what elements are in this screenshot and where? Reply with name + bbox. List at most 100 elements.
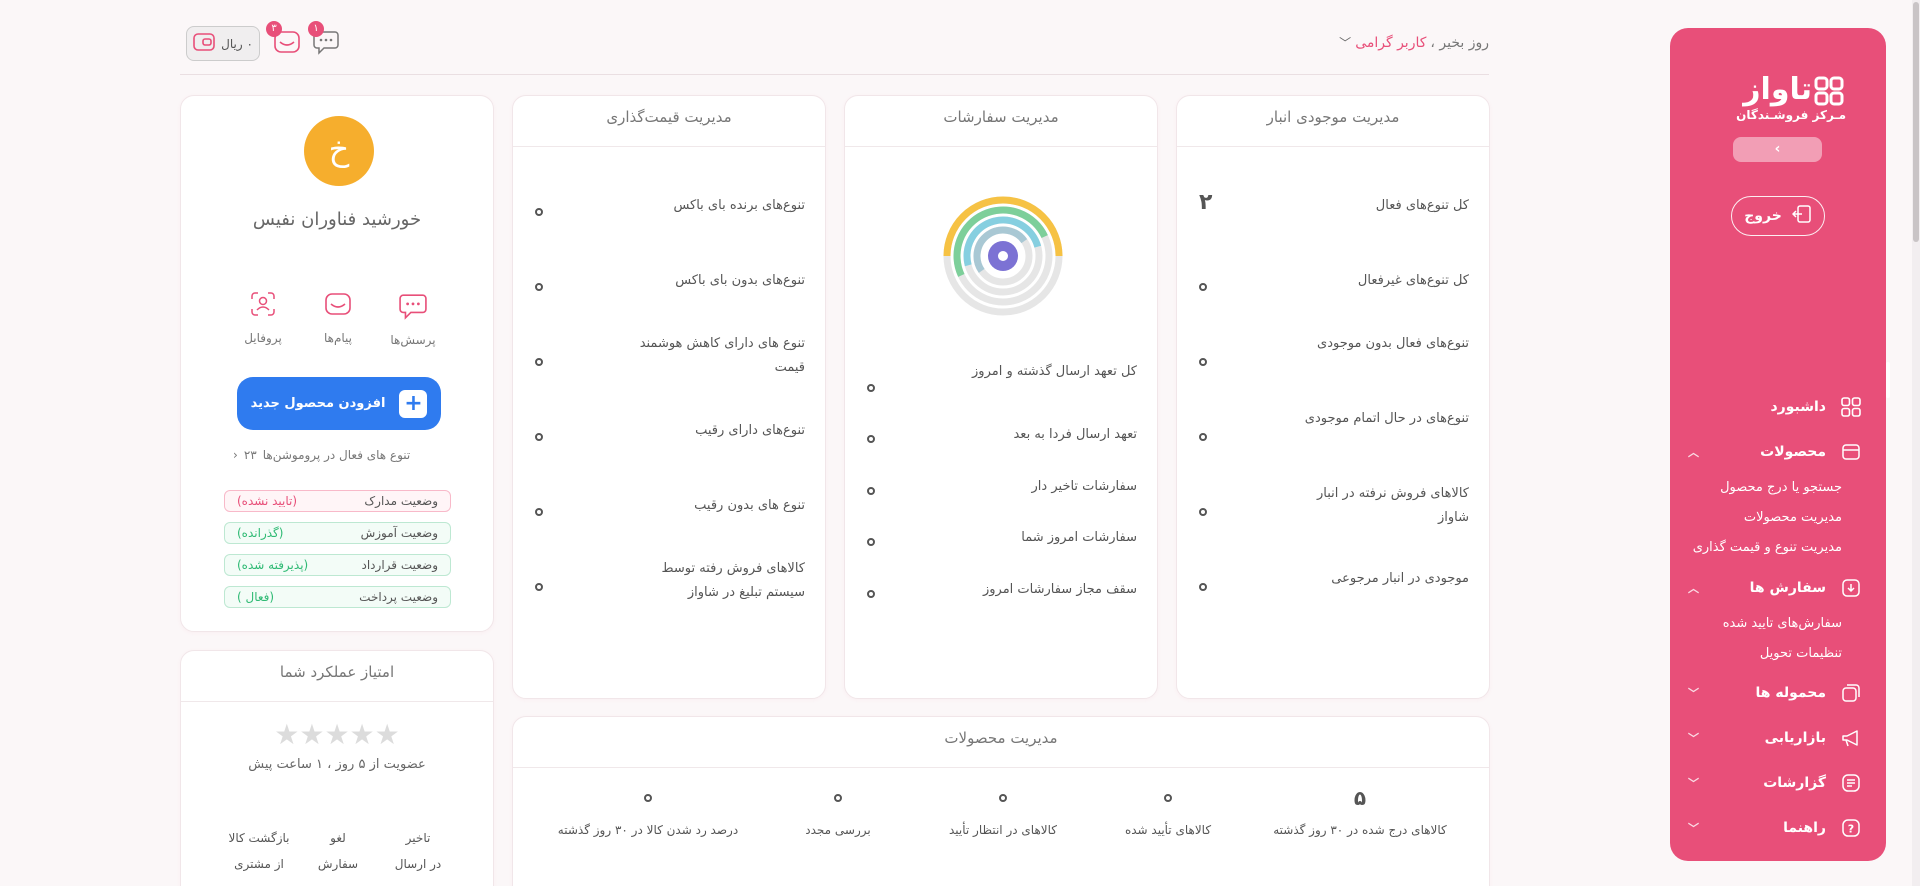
pricing-row-value[interactable] bbox=[535, 280, 543, 294]
help-icon: ? bbox=[1840, 817, 1862, 839]
avatar: خ bbox=[304, 116, 374, 186]
sidebar-item-label: بازاریابی bbox=[1764, 730, 1826, 746]
logout-icon bbox=[1791, 204, 1812, 228]
pricing-row-value[interactable] bbox=[535, 205, 543, 219]
sidebar-item-products[interactable]: محصولات ︿ bbox=[1670, 437, 1886, 467]
box-icon bbox=[1840, 441, 1862, 463]
stat-value bbox=[543, 783, 753, 813]
card-title: امتیاز عملکرد شما bbox=[279, 663, 395, 681]
page-scrollbar[interactable] bbox=[1912, 0, 1920, 886]
sidebar-subitem-approved-orders[interactable]: سفارش‌های تایید شده bbox=[1723, 616, 1842, 631]
active-indicator bbox=[1886, 362, 1890, 398]
status-label: وضعیت قرارداد bbox=[361, 558, 439, 572]
greeting[interactable]: روز بخیر ، کاربر گرامی ﹀ bbox=[1339, 34, 1489, 51]
orders-radial-chart bbox=[942, 195, 1064, 321]
questions-label: پرسش‌ها bbox=[390, 333, 436, 347]
inventory-row-value[interactable] bbox=[1199, 505, 1207, 519]
sidebar-item-label: راهنما bbox=[1783, 820, 1826, 836]
pricing-row-value[interactable] bbox=[535, 580, 543, 594]
add-product-label: افزودن محصول جدید bbox=[250, 396, 386, 411]
stat-inserted-products[interactable]: ۵ کالاهای درج شده در ۳۰ روز گذشته bbox=[1255, 783, 1465, 837]
profile-card: خ خورشید فناوران نفیس پرسش‌ها پیام‌ها پر… bbox=[180, 95, 494, 632]
card-title: مدیریت محصولات bbox=[944, 729, 1058, 747]
orders-row-value[interactable] bbox=[867, 432, 875, 446]
orders-row-value[interactable] bbox=[867, 381, 875, 395]
card-divider bbox=[513, 767, 1489, 768]
sidebar-item-shipments[interactable]: محموله ها ﹀ bbox=[1670, 678, 1886, 708]
status-documents: وضعیت مدارک (تایید نشده) bbox=[224, 490, 451, 512]
stat-rereview-products[interactable]: بررسی مجدد bbox=[773, 783, 903, 837]
sidebar-item-reports[interactable]: گزارشات ﹀ bbox=[1670, 768, 1886, 798]
inventory-row-label: تنوع‌های فعال بدون موجودی bbox=[1317, 336, 1469, 351]
card-title: مدیریت قیمت‌گذاری bbox=[606, 108, 732, 126]
stat-rejection-rate[interactable]: درصد رد شدن کالا در ۳۰ روز گذشته bbox=[543, 783, 753, 837]
stat-label: کالاهای درج شده در ۳۰ روز گذشته bbox=[1273, 823, 1447, 837]
sidebar-subitem-delivery-settings[interactable]: تنظیمات تحویل bbox=[1760, 646, 1842, 661]
inventory-row-value[interactable] bbox=[1199, 580, 1207, 594]
sidebar-item-help[interactable]: ? راهنما ﹀ bbox=[1670, 813, 1886, 843]
orders-row-value[interactable] bbox=[867, 587, 875, 601]
messages-button[interactable]: ۳ bbox=[266, 21, 302, 59]
pricing-row-label: تنوع‌های بدون بای باکس bbox=[675, 273, 805, 288]
promo-label: تنوع های فعال در پروموشن‌ها bbox=[262, 448, 411, 462]
performance-card: امتیاز عملکرد شما ★★★★★ عضویت از ۵ روز ،… bbox=[180, 650, 494, 886]
promo-variants[interactable]: تنوع های فعال در پروموشن‌ها ۲۳ ‹ bbox=[233, 448, 410, 462]
pricing-row-value[interactable] bbox=[535, 430, 543, 444]
scrollbar-thumb[interactable] bbox=[1913, 2, 1919, 242]
chevron-down-icon: ﹀ bbox=[1688, 687, 1699, 700]
sidebar-subitem-search-product[interactable]: جستجو یا درج محصول bbox=[1720, 480, 1842, 495]
sidebar-item-label: محموله ها bbox=[1755, 685, 1826, 701]
stat-value bbox=[928, 783, 1078, 813]
pricing-row-value[interactable] bbox=[535, 355, 543, 369]
stat-value bbox=[1093, 783, 1243, 813]
wallet-button[interactable]: ۰ ریال bbox=[186, 26, 260, 61]
add-product-button[interactable]: + افزودن محصول جدید bbox=[237, 377, 441, 430]
inventory-card: مدیریت موجودی انبار کل تنوع‌های فعال ۲ ک… bbox=[1176, 95, 1490, 699]
chevron-down-icon: ﹀ bbox=[1688, 822, 1699, 835]
sidebar: تاواز مـرکز فروشـندگان ‹ خروج داشبورد مح… bbox=[1670, 28, 1890, 861]
inventory-row-label: تنوع‌های در حال اتمام موجودی bbox=[1304, 411, 1469, 426]
messages-action[interactable]: پیام‌ها bbox=[303, 289, 373, 345]
stat-approved-products[interactable]: کالاهای تأیید شده bbox=[1093, 783, 1243, 837]
logout-button[interactable]: خروج bbox=[1731, 196, 1825, 236]
brand-name: تاواز bbox=[1743, 72, 1812, 107]
sidebar-subitem-manage-products[interactable]: مدیریت محصولات bbox=[1744, 510, 1842, 525]
profile-label: پروفایل bbox=[244, 331, 282, 345]
sidebar-item-dashboard[interactable]: داشبورد bbox=[1670, 392, 1886, 422]
product-management-card: مدیریت محصولات ۵ کالاهای درج شده در ۳۰ ر… bbox=[512, 716, 1490, 886]
grid-icon bbox=[1840, 396, 1862, 418]
sidebar-item-label: محصولات bbox=[1760, 444, 1826, 460]
status-value: (فعال ) bbox=[237, 590, 275, 604]
inventory-row-value[interactable]: ۲ bbox=[1199, 190, 1212, 215]
sidebar-subitem-variants-pricing[interactable]: مدیریت تنوع و قیمت گذاری bbox=[1693, 540, 1842, 555]
sidebar-item-label: سفارش ها bbox=[1749, 580, 1826, 596]
sidebar-item-marketing[interactable]: بازاریابی ﹀ bbox=[1670, 723, 1886, 753]
orders-row-value[interactable] bbox=[867, 484, 875, 498]
messages-badge: ۳ bbox=[266, 21, 282, 37]
questions-action[interactable]: پرسش‌ها bbox=[378, 291, 448, 347]
mail-icon bbox=[303, 289, 373, 319]
inventory-row-value[interactable] bbox=[1199, 355, 1207, 369]
inventory-row-value[interactable] bbox=[1199, 430, 1207, 444]
report-icon bbox=[1840, 772, 1862, 794]
sidebar-item-orders[interactable]: سفارش ها ︿ bbox=[1670, 573, 1886, 603]
inventory-row-value[interactable] bbox=[1199, 280, 1207, 294]
chat-button[interactable]: ۱ bbox=[308, 21, 341, 59]
pricing-row-value[interactable] bbox=[535, 505, 543, 519]
stat-label: بررسی مجدد bbox=[805, 823, 871, 837]
inventory-row-label: کل تنوع‌های غیرفعال bbox=[1357, 273, 1469, 288]
user-name: کاربر گرامی bbox=[1355, 34, 1427, 51]
sidebar-collapse-button[interactable]: ‹ bbox=[1733, 137, 1822, 162]
stat-pending-products[interactable]: کالاهای در انتظار تأیید bbox=[928, 783, 1078, 837]
chevron-up-icon: ︿ bbox=[1688, 446, 1699, 459]
card-title: مدیریت سفارشات bbox=[943, 108, 1059, 126]
wallet-balance: ۰ ریال bbox=[221, 36, 253, 51]
pricing-row-label: تنوع‌های برنده بای باکس bbox=[673, 198, 805, 213]
orders-row-value[interactable] bbox=[867, 535, 875, 549]
orders-card: مدیریت سفارشات کل تعهد ارسال گذشته و امر… bbox=[844, 95, 1158, 699]
profile-action[interactable]: پروفایل bbox=[228, 289, 298, 345]
status-value: (گذرانده) bbox=[237, 526, 284, 540]
pricing-row-label: تنوع های بدون رقیب bbox=[694, 498, 805, 513]
svg-text:?: ? bbox=[1848, 823, 1854, 836]
chevron-down-icon: ﹀ bbox=[1688, 732, 1699, 745]
